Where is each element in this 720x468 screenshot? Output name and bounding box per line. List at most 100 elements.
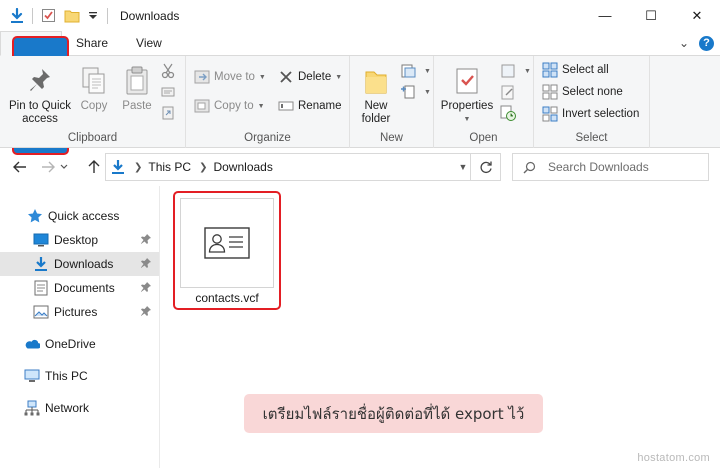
close-button[interactable]: ✕: [674, 0, 720, 31]
nav-item-desktop[interactable]: Desktop: [0, 228, 159, 252]
rename-button[interactable]: Rename: [278, 96, 341, 116]
expand-ribbon-button[interactable]: ⌄: [679, 36, 689, 50]
explorer-download-icon: [8, 7, 26, 25]
annotation-callout: เตรียมไฟล์รายชื่อผู้ติดต่อที่ได้ export …: [244, 394, 543, 433]
nav-item-network[interactable]: Network: [0, 396, 159, 420]
help-icon[interactable]: ?: [699, 35, 714, 51]
customize-toolbar-dropdown-icon[interactable]: [87, 7, 99, 25]
paste-label: Paste: [122, 100, 152, 112]
ribbon: Pin to Quick access Copy Paste Clipboard…: [0, 56, 720, 148]
breadcrumb-downloads[interactable]: Downloads: [213, 160, 272, 174]
nav-item-onedrive[interactable]: OneDrive: [0, 332, 159, 356]
new-item-icon: [400, 63, 416, 79]
history-icon: [500, 105, 516, 121]
new-folder-label-line1: New: [364, 100, 388, 112]
nav-item-quick-access[interactable]: Quick access: [0, 204, 159, 228]
properties-checkbox-icon[interactable]: [39, 7, 57, 25]
search-box[interactable]: Search Downloads: [512, 153, 709, 181]
copy-path-button[interactable]: [160, 82, 180, 102]
network-icon: [24, 400, 40, 416]
history-button[interactable]: [500, 103, 520, 123]
pin-icon[interactable]: [139, 232, 153, 246]
minimize-button[interactable]: —: [582, 0, 628, 31]
open-group: Properties ▼ ▼ Open: [434, 56, 534, 148]
properties-button[interactable]: Properties ▼: [438, 64, 496, 126]
copy-to-label: Copy to: [214, 100, 254, 112]
copy-to-icon: [194, 98, 210, 114]
search-placeholder: Search Downloads: [548, 160, 649, 174]
nav-item-downloads[interactable]: Downloads: [0, 252, 159, 276]
window-title: Downloads: [120, 8, 180, 23]
edit-button[interactable]: [500, 82, 520, 102]
delete-button[interactable]: Delete ▼: [278, 67, 342, 87]
nav-item-this-pc[interactable]: This PC: [0, 364, 159, 388]
select-none-label: Select none: [562, 86, 623, 98]
quick-access-toolbar: [0, 0, 114, 31]
downloads-location-icon: [110, 159, 126, 175]
edit-icon: [500, 84, 516, 100]
forward-button[interactable]: [36, 155, 60, 179]
easy-access-icon: [400, 84, 416, 100]
easy-access-button[interactable]: ▼: [400, 82, 431, 102]
nav-item-documents[interactable]: Documents: [0, 276, 159, 300]
organize-group: Move to ▼ Delete ▼ Copy to ▼ Rename Orga…: [186, 56, 350, 148]
nav-item-label: This PC: [45, 369, 88, 383]
back-button[interactable]: [8, 155, 32, 179]
paste-icon: [121, 64, 153, 98]
title-bar: Downloads — ☐ ✕: [0, 0, 720, 31]
clipboard-group: Pin to Quick access Copy Paste Clipboard: [0, 56, 186, 148]
copy-button[interactable]: Copy: [76, 64, 112, 113]
maximize-button[interactable]: ☐: [628, 0, 674, 31]
tab-view[interactable]: View: [122, 31, 176, 55]
new-folder-icon[interactable]: [63, 7, 81, 25]
select-all-label: Select all: [562, 64, 609, 76]
recent-locations-button[interactable]: [58, 155, 70, 179]
pin-label-line1: Pin to Quick: [9, 100, 71, 112]
pin-icon[interactable]: [139, 304, 153, 318]
file-item-contacts-vcf[interactable]: contacts.vcf: [173, 191, 281, 310]
paste-shortcut-button[interactable]: [160, 103, 180, 123]
new-folder-label-line2: folder: [361, 113, 391, 125]
breadcrumb-chevron-icon[interactable]: ❯: [199, 162, 207, 173]
pin-to-quick-access-button[interactable]: Pin to Quick access: [6, 64, 74, 126]
up-button[interactable]: [82, 155, 106, 179]
new-folder-button[interactable]: New folder: [356, 64, 396, 126]
cut-button[interactable]: [160, 61, 180, 81]
move-to-button[interactable]: Move to ▼: [194, 67, 266, 87]
pictures-icon: [33, 304, 49, 320]
nav-item-label: OneDrive: [45, 337, 96, 351]
nav-item-pictures[interactable]: Pictures: [0, 300, 159, 324]
onedrive-icon: [24, 336, 40, 352]
copy-path-icon: [160, 84, 176, 100]
move-to-icon: [194, 69, 210, 85]
scissors-icon: [160, 63, 176, 79]
copy-to-button[interactable]: Copy to ▼: [194, 96, 265, 116]
breadcrumb-this-pc[interactable]: This PC: [148, 160, 191, 174]
new-item-button[interactable]: ▼: [400, 61, 431, 81]
tab-share[interactable]: Share: [62, 31, 122, 55]
address-bar[interactable]: ❯ This PC ❯ Downloads: [105, 153, 471, 181]
select-group-label: Select: [575, 132, 608, 144]
invert-selection-button[interactable]: Invert selection: [542, 104, 639, 124]
invert-selection-icon: [542, 106, 558, 122]
rename-icon: [278, 98, 294, 114]
star-icon: [27, 208, 43, 224]
breadcrumb-chevron-icon[interactable]: ❯: [134, 162, 142, 173]
refresh-button[interactable]: [471, 153, 501, 181]
documents-icon: [33, 280, 49, 296]
paste-button[interactable]: Paste: [118, 64, 156, 113]
contact-card-icon: [204, 227, 250, 259]
invert-selection-label: Invert selection: [562, 108, 640, 120]
properties-icon: [451, 64, 483, 98]
file-thumbnail: [180, 198, 274, 288]
select-none-button[interactable]: Select none: [542, 82, 623, 102]
copy-label: Copy: [80, 100, 108, 112]
open-caret-icon: ▼: [524, 67, 531, 75]
pin-icon[interactable]: [139, 256, 153, 270]
pin-icon[interactable]: [139, 280, 153, 294]
open-button[interactable]: ▼: [500, 61, 531, 81]
address-history-dropdown-icon[interactable]: ▼: [455, 153, 471, 181]
select-all-button[interactable]: Select all: [542, 60, 609, 80]
new-group-label: New: [379, 132, 403, 144]
copy-icon: [78, 64, 110, 98]
